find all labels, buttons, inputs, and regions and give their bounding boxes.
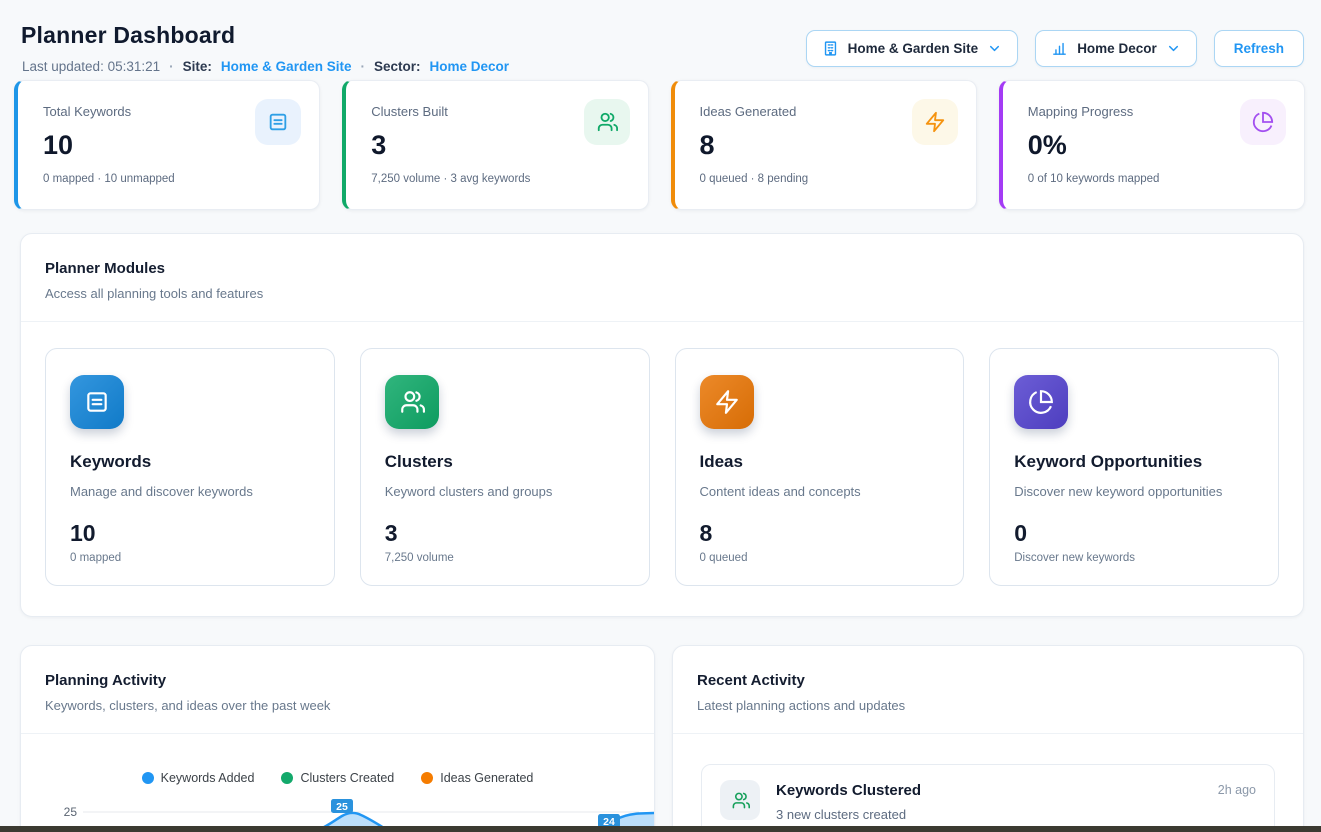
- pie-chart-icon: [1014, 375, 1068, 429]
- planning-activity-panel: Planning Activity Keywords, clusters, an…: [20, 645, 655, 832]
- planner-modules-panel: Planner Modules Access all planning tool…: [20, 233, 1304, 617]
- activity-panel-subtitle: Keywords, clusters, and ideas over the p…: [45, 698, 630, 713]
- recent-activity-panel: Recent Activity Latest planning actions …: [672, 645, 1304, 832]
- legend-label: Ideas Generated: [440, 771, 533, 785]
- last-updated-value: 05:31:21: [108, 59, 161, 74]
- meta-separator: ·: [360, 59, 365, 74]
- modules-panel-header: Planner Modules Access all planning tool…: [21, 234, 1303, 322]
- module-description: Keyword clusters and groups: [385, 484, 625, 499]
- stat-card-clusters-built[interactable]: Clusters Built 3 7,250 volume · 3 avg ke…: [342, 80, 648, 210]
- module-title: Keyword Opportunities: [1014, 452, 1254, 472]
- users-icon: [385, 375, 439, 429]
- chart-legend: Keywords Added Clusters Created Ideas Ge…: [21, 771, 654, 785]
- legend-label: Keywords Added: [161, 771, 255, 785]
- modules-panel-title: Planner Modules: [45, 260, 1279, 277]
- users-icon: [584, 99, 630, 145]
- module-value: 3: [385, 520, 625, 547]
- stat-substat: 0 mapped · 10 unmapped: [43, 173, 299, 185]
- stat-card-ideas-generated[interactable]: Ideas Generated 8 0 queued · 8 pending: [671, 80, 977, 210]
- lightning-icon: [700, 375, 754, 429]
- module-title: Clusters: [385, 452, 625, 472]
- chevron-down-icon: [1166, 41, 1181, 56]
- recent-panel-title: Recent Activity: [697, 672, 1279, 689]
- meta-separator: ·: [169, 59, 174, 74]
- stat-card-total-keywords[interactable]: Total Keywords 10 0 mapped · 10 unmapped: [14, 80, 320, 210]
- activity-item-description: 3 new clusters created: [776, 807, 921, 822]
- module-value: 10: [70, 520, 310, 547]
- svg-text:25: 25: [336, 801, 348, 813]
- module-substat: 0 queued: [700, 552, 940, 564]
- legend-item-ideas-generated[interactable]: Ideas Generated: [421, 771, 533, 785]
- modules-panel-subtitle: Access all planning tools and features: [45, 286, 1279, 301]
- activity-panel-title: Planning Activity: [45, 672, 630, 689]
- module-value: 8: [700, 520, 940, 547]
- stat-card-mapping-progress[interactable]: Mapping Progress 0% 0 of 10 keywords map…: [999, 80, 1305, 210]
- sector-label: Sector:: [374, 59, 421, 74]
- stat-substat: 0 queued · 8 pending: [700, 173, 956, 185]
- module-card-clusters[interactable]: Clusters Keyword clusters and groups 3 7…: [360, 348, 650, 586]
- chevron-down-icon: [987, 41, 1002, 56]
- recent-panel-subtitle: Latest planning actions and updates: [697, 698, 1279, 713]
- document-icon: [255, 99, 301, 145]
- y-axis-tick: 25: [64, 805, 78, 819]
- stats-row: Total Keywords 10 0 mapped · 10 unmapped…: [14, 80, 1305, 210]
- module-description: Content ideas and concepts: [700, 484, 940, 499]
- header-controls: Home & Garden Site Home Decor Refresh: [806, 30, 1304, 67]
- module-card-keywords[interactable]: Keywords Manage and discover keywords 10…: [45, 348, 335, 586]
- modules-grid: Keywords Manage and discover keywords 10…: [21, 322, 1303, 612]
- legend-dot: [421, 772, 433, 784]
- legend-item-clusters-created[interactable]: Clusters Created: [281, 771, 394, 785]
- page-title: Planner Dashboard: [21, 22, 235, 49]
- data-label-badge: 25: [331, 799, 353, 813]
- sector-selector-value: Home Decor: [1077, 41, 1157, 56]
- planner-dashboard-screen: Planner Dashboard Last updated: 05:31:21…: [0, 0, 1321, 832]
- stat-substat: 7,250 volume · 3 avg keywords: [371, 173, 627, 185]
- last-updated-label: Last updated: 05:31:21: [22, 59, 160, 74]
- bar-chart-icon: [1051, 40, 1068, 57]
- module-substat: Discover new keywords: [1014, 552, 1254, 564]
- lightning-icon: [912, 99, 958, 145]
- recent-activity-item[interactable]: Keywords Clustered 3 new clusters create…: [701, 764, 1275, 832]
- activity-area-chart[interactable]: 25 25 24: [21, 789, 655, 829]
- header-meta: Last updated: 05:31:21 · Site: Home & Ga…: [22, 59, 509, 74]
- module-description: Manage and discover keywords: [70, 484, 310, 499]
- site-link[interactable]: Home & Garden Site: [221, 59, 352, 74]
- module-description: Discover new keyword opportunities: [1014, 484, 1254, 499]
- activity-item-content: Keywords Clustered 3 new clusters create…: [776, 780, 921, 822]
- recent-panel-header: Recent Activity Latest planning actions …: [673, 646, 1303, 734]
- module-substat: 7,250 volume: [385, 552, 625, 564]
- module-title: Keywords: [70, 452, 310, 472]
- module-card-ideas[interactable]: Ideas Content ideas and concepts 8 0 que…: [675, 348, 965, 586]
- sector-link[interactable]: Home Decor: [429, 59, 509, 74]
- legend-item-keywords-added[interactable]: Keywords Added: [142, 771, 255, 785]
- document-icon: [70, 375, 124, 429]
- refresh-button[interactable]: Refresh: [1214, 30, 1304, 67]
- activity-item-timestamp: 2h ago: [1218, 783, 1256, 797]
- module-card-keyword-opportunities[interactable]: Keyword Opportunities Discover new keywo…: [989, 348, 1279, 586]
- module-substat: 0 mapped: [70, 552, 310, 564]
- stat-substat: 0 of 10 keywords mapped: [1028, 173, 1284, 185]
- activity-item-title: Keywords Clustered: [776, 782, 921, 799]
- site-selector-dropdown[interactable]: Home & Garden Site: [806, 30, 1019, 67]
- pie-chart-icon: [1240, 99, 1286, 145]
- site-selector-value: Home & Garden Site: [848, 41, 979, 56]
- legend-label: Clusters Created: [300, 771, 394, 785]
- activity-panel-header: Planning Activity Keywords, clusters, an…: [21, 646, 654, 734]
- module-value: 0: [1014, 520, 1254, 547]
- sector-selector-dropdown[interactable]: Home Decor: [1035, 30, 1197, 67]
- legend-dot: [281, 772, 293, 784]
- building-icon: [822, 40, 839, 57]
- site-label: Site:: [183, 59, 212, 74]
- taskbar-edge: [0, 826, 1321, 832]
- legend-dot: [142, 772, 154, 784]
- module-title: Ideas: [700, 452, 940, 472]
- users-icon: [720, 780, 760, 820]
